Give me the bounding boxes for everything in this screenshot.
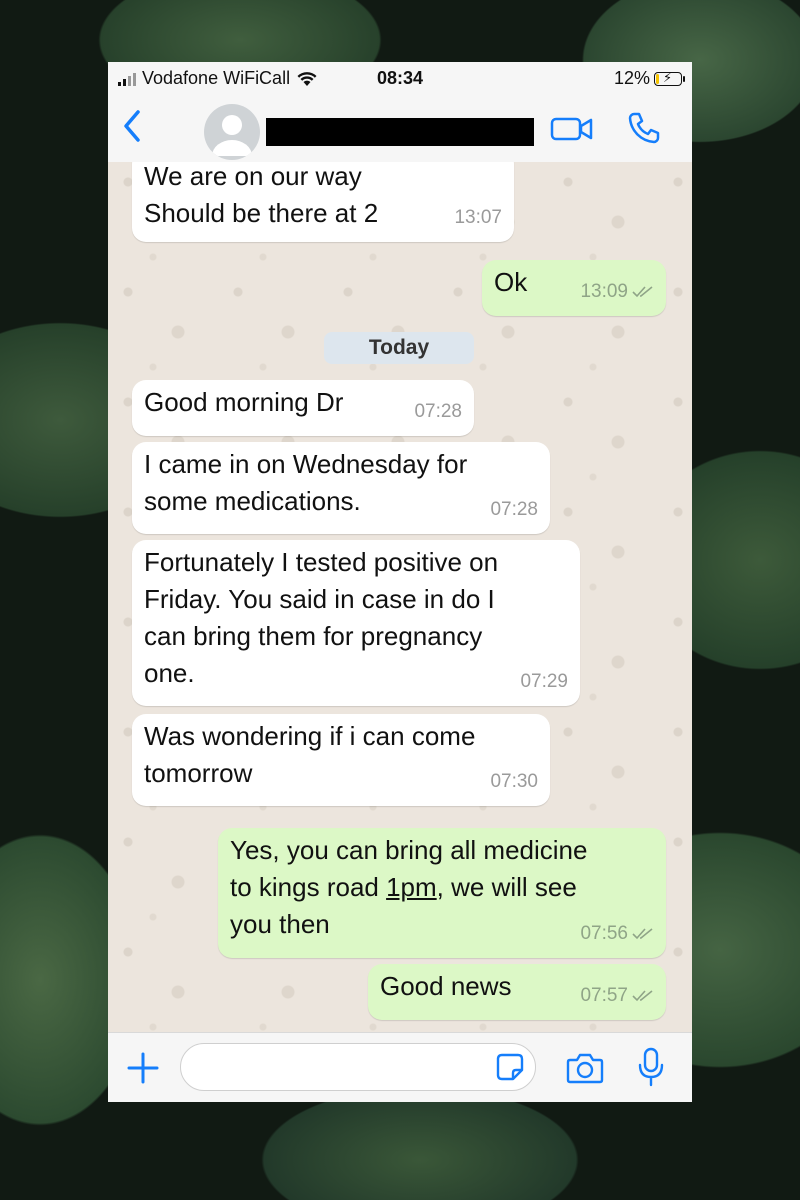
- read-receipt-icon: [632, 989, 653, 1001]
- microphone-icon[interactable]: [636, 1047, 666, 1087]
- chevron-left-icon[interactable]: [118, 106, 148, 146]
- message-input[interactable]: [180, 1043, 536, 1091]
- battery-percent: 12%: [613, 68, 650, 88]
- message-outgoing[interactable]: Yes, you can bring all medicine to kings…: [218, 828, 666, 958]
- message-time: 07:28: [490, 499, 538, 520]
- message-time: 07:57: [580, 985, 628, 1006]
- person-icon: [212, 115, 252, 156]
- message-incoming[interactable]: Was wondering if i can come tomorrow 07:…: [132, 714, 550, 806]
- camera-icon[interactable]: [566, 1051, 604, 1085]
- video-camera-icon[interactable]: [550, 114, 594, 144]
- message-text: Fortunately I tested positive on Friday.…: [144, 547, 499, 688]
- contact-name-redacted[interactable]: [266, 118, 534, 146]
- status-bar: Vodafone WiFiCall 08:34 12% ⚡: [108, 62, 692, 94]
- message-text: I came in on Wednesday for some medicati…: [144, 449, 468, 516]
- message-incoming[interactable]: I came in on Wednesday for some medicati…: [132, 442, 550, 534]
- plus-icon[interactable]: [126, 1051, 160, 1085]
- message-time: 07:56: [580, 923, 628, 944]
- message-outgoing[interactable]: Good news 07:57: [368, 964, 666, 1020]
- status-right: 12% ⚡: [613, 68, 685, 89]
- phone-icon[interactable]: [626, 110, 662, 146]
- message-list[interactable]: We are on our way Should be there at 2 1…: [108, 162, 692, 1032]
- avatar[interactable]: [204, 104, 260, 160]
- phone-screen: Vodafone WiFiCall 08:34 12% ⚡ We are on …: [108, 62, 692, 1102]
- charging-icon: ⚡: [663, 69, 673, 85]
- read-receipt-icon: [632, 927, 653, 939]
- message-outgoing[interactable]: Ok 13:09: [482, 260, 666, 316]
- chat-header: [108, 94, 692, 163]
- date-separator: Today: [324, 332, 474, 364]
- message-incoming[interactable]: We are on our way Should be there at 2 1…: [132, 162, 514, 242]
- composer-bar: [108, 1032, 692, 1102]
- message-incoming[interactable]: Good morning Dr 07:28: [132, 380, 474, 436]
- message-time: 07:28: [414, 401, 462, 422]
- battery-icon: ⚡: [654, 69, 685, 86]
- message-time: 07:30: [490, 771, 538, 792]
- battery-level: [656, 73, 659, 84]
- message-time: 07:29: [520, 671, 568, 692]
- clock: 08:34: [376, 68, 424, 88]
- read-receipt-icon: [632, 285, 653, 297]
- message-time: 13:09: [580, 281, 628, 302]
- message-text: Was wondering if i can come tomorrow: [144, 721, 476, 788]
- sticker-icon[interactable]: [496, 1053, 524, 1081]
- time-link[interactable]: 1pm: [386, 872, 437, 902]
- message-incoming[interactable]: Fortunately I tested positive on Friday.…: [132, 540, 580, 706]
- message-time: 13:07: [454, 207, 502, 228]
- message-text: We are on our way Should be there at 2: [144, 162, 379, 228]
